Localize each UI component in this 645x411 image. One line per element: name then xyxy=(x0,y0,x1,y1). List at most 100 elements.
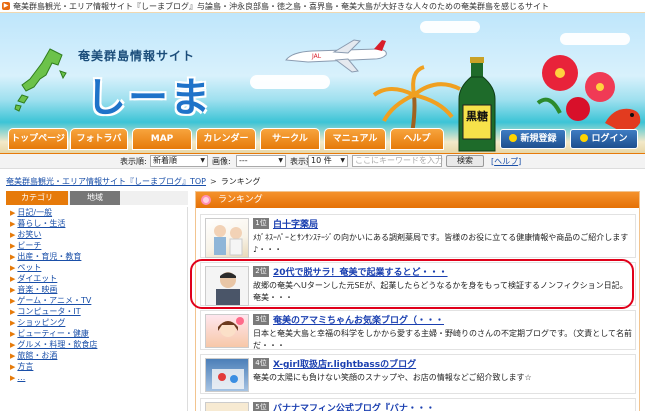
breadcrumb: 奄美群島観光・エリア情報サイト『しーまブログ』TOP > ランキング xyxy=(6,176,260,187)
nav-tab-manual[interactable]: マニュアル xyxy=(324,128,386,150)
ranking-panel: ランキング 1位 白十字薬局 ﾒｶﾞﾈｽｰﾊﾟｰとｻﾝｻﾝｽﾃｰｼﾞの向かいにあ… xyxy=(195,191,640,411)
sidebar-item-beach[interactable]: ▶ ビーチ xyxy=(6,240,187,251)
register-icon xyxy=(509,134,518,142)
sidebar-item-more[interactable]: ▶… xyxy=(6,372,187,383)
hibiscus-icon xyxy=(201,195,211,205)
ranking-item-title-link[interactable]: バナナマフィン公式ブログ『バナ・・・ xyxy=(273,401,435,411)
site-logo-title[interactable]: しーま xyxy=(86,65,212,123)
site-subtitle: 奄美群島情報サイト xyxy=(78,49,196,63)
login-button[interactable]: ログイン xyxy=(570,129,638,149)
bullet-arrow-icon: ▶ xyxy=(10,319,16,327)
sort-order-select[interactable]: 新着順 ▼ xyxy=(150,155,208,167)
sidebar-item-comedy[interactable]: ▶ お笑い xyxy=(6,229,187,240)
rank-badge: 3位 xyxy=(253,314,269,325)
breadcrumb-home-link[interactable]: 奄美群島観光・エリア情報サイト『しーまブログ』TOP xyxy=(6,177,206,186)
chevron-down-icon: ▼ xyxy=(200,157,205,164)
bullet-arrow-icon: ▶ xyxy=(10,264,16,272)
tab-area[interactable]: 地域 xyxy=(70,191,120,205)
site-favicon-icon: ▶ xyxy=(2,2,10,10)
bullet-arrow-icon: ▶ xyxy=(10,374,16,382)
sidebar-item-shopping[interactable]: ▶ ショッピング xyxy=(6,317,187,328)
login-icon xyxy=(580,134,589,142)
bullet-arrow-icon: ▶ xyxy=(10,242,16,250)
count-select[interactable]: 10 件 ▼ xyxy=(308,155,348,167)
ranking-item-3[interactable]: 3位 奄美のアマミちゃんお気楽ブログ（・・・ 日本と奄美大島と幸福の科学をしかか… xyxy=(200,310,636,350)
ranking-item-title-link[interactable]: X-girl取扱店r.lightbassのブログ xyxy=(273,357,416,370)
bullet-arrow-icon: ▶ xyxy=(10,253,16,261)
bullet-arrow-icon: ▶ xyxy=(10,220,16,228)
ranking-item-1[interactable]: 1位 白十字薬局 ﾒｶﾞﾈｽｰﾊﾟｰとｻﾝｻﾝｽﾃｰｼﾞの向かいにある調剤薬局で… xyxy=(200,214,636,258)
nav-tab-map[interactable]: MAP xyxy=(132,128,192,150)
svg-text:JAL: JAL xyxy=(311,53,322,60)
bullet-arrow-icon: ▶ xyxy=(10,209,16,217)
ranking-item-description: 日本と奄美大島と幸福の科学をしかから愛する主婦・野崎りのさんの不定期ブログです。… xyxy=(253,329,632,350)
ranking-item-5[interactable]: 5位 バナナマフィン公式ブログ『バナ・・・ xyxy=(200,398,636,411)
site-tagline-bar: ▶ 奄美群島観光・エリア情報サイト『しーまブログ』与論島・沖永良部島・徳之島・喜… xyxy=(0,0,645,13)
sidebar-item-dialect[interactable]: ▶ 方言 xyxy=(6,361,187,372)
svg-text:黒糖: 黒糖 xyxy=(466,109,488,123)
bullet-arrow-icon: ▶ xyxy=(10,297,16,305)
bullet-arrow-icon: ▶ xyxy=(10,275,16,283)
nav-tab-calendar[interactable]: カレンダー xyxy=(196,128,256,150)
sort-order-label: 表示順: xyxy=(120,157,147,166)
bullet-arrow-icon: ▶ xyxy=(10,352,16,360)
ranking-item-description: 故郷の奄美へUターンした元SEが、起業したらどうなるかを身をもって検証するノンフ… xyxy=(253,281,628,302)
sidebar-item-music-movies[interactable]: ▶ 音楽・映画 xyxy=(6,284,187,295)
ranking-item-title-link[interactable]: 20代で脱サラ！奄美で起業するとど・・・ xyxy=(273,265,448,278)
sidebar-tabs: カテゴリ 地域 xyxy=(6,191,188,205)
ranking-item-description: ﾒｶﾞﾈｽｰﾊﾟｰとｻﾝｻﾝｽﾃｰｼﾞの向かいにある調剤薬局です。皆様のお役に立… xyxy=(253,233,629,254)
keyword-search-input[interactable]: ここにキーワードを入力 xyxy=(352,155,443,167)
sidebar-item-parenting[interactable]: ▶ 出産・育児・教育 xyxy=(6,251,187,262)
breadcrumb-current: ランキング xyxy=(220,177,261,186)
rank-badge: 2位 xyxy=(253,266,269,277)
main-navigation: トップページ フォトラバ MAP カレンダー サークル マニュアル ヘルプ 新規… xyxy=(0,128,645,153)
ranking-item-description: 奄美の太陽にも負けない笑顔のスナップや、お店の情報などご紹介致します☆ xyxy=(253,373,532,382)
sidebar-item-diary[interactable]: ▶ 日記/一般 xyxy=(6,207,187,218)
help-link[interactable]: [ヘルプ] xyxy=(491,156,521,167)
sidebar-item-beauty[interactable]: ▶ ビューティー・健康 xyxy=(6,328,187,339)
rank-badge: 1位 xyxy=(253,218,269,229)
ranking-title: ランキング xyxy=(218,195,263,205)
sidebar-item-life[interactable]: ▶ 暮らし・生活 xyxy=(6,218,187,229)
ranking-thumbnail[interactable] xyxy=(205,402,249,411)
image-filter-select[interactable]: --- ▼ xyxy=(236,155,286,167)
bullet-arrow-icon: ▶ xyxy=(10,330,16,338)
chevron-down-icon: ▼ xyxy=(340,157,345,164)
sidebar-item-gourmet[interactable]: ▶ グルメ・料理・飲食店 xyxy=(6,339,187,350)
rank-badge: 5位 xyxy=(253,402,269,411)
ranking-thumbnail[interactable] xyxy=(205,266,249,306)
ranking-item-2[interactable]: 2位 20代で脱サラ！奄美で起業するとど・・・ 故郷の奄美へUターンした元SEが… xyxy=(200,262,636,306)
ranking-item-4[interactable]: 4位 X-girl取扱店r.lightbassのブログ 奄美の太陽にも負けない笑… xyxy=(200,354,636,394)
bullet-arrow-icon: ▶ xyxy=(10,231,16,239)
bullet-arrow-icon: ▶ xyxy=(10,308,16,316)
rank-badge: 4位 xyxy=(253,358,269,369)
display-options-bar: 表示順: 新着順 ▼ 画像: --- ▼ 表示数: 10 件 ▼ ここにキーワードを入… xyxy=(0,153,645,169)
tab-category[interactable]: カテゴリ xyxy=(6,191,68,205)
site-tagline: 奄美群島観光・エリア情報サイト『しーまブログ』与論島・沖永良部島・徳之島・喜界島… xyxy=(13,2,549,11)
ranking-thumbnail[interactable] xyxy=(205,218,249,258)
ranking-item-title-link[interactable]: 奄美のアマミちゃんお気楽ブログ（・・・ xyxy=(273,313,444,326)
nav-tab-circle[interactable]: サークル xyxy=(260,128,320,150)
sidebar-item-drinks[interactable]: ▶ 旅館・お酒 xyxy=(6,350,187,361)
category-list: ▶ 日記/一般 ▶ 暮らし・生活 ▶ お笑い ▶ ビーチ ▶ 出産・育児・教育 ▶ ペット … xyxy=(6,207,188,411)
ranking-header: ランキング xyxy=(196,192,639,208)
register-button[interactable]: 新規登録 xyxy=(500,129,566,149)
bullet-arrow-icon: ▶ xyxy=(10,363,16,371)
ranking-thumbnail[interactable] xyxy=(205,358,249,392)
bullet-arrow-icon: ▶ xyxy=(10,286,16,294)
chevron-down-icon: ▼ xyxy=(278,157,283,164)
ranking-item-title-link[interactable]: 白十字薬局 xyxy=(273,217,318,230)
sidebar-item-pets[interactable]: ▶ ペット xyxy=(6,262,187,273)
sidebar-item-computers[interactable]: ▶ コンピュータ・IT xyxy=(6,306,187,317)
nav-tab-photo-rava[interactable]: フォトラバ xyxy=(70,128,128,150)
nav-tab-top-page[interactable]: トップページ xyxy=(8,128,68,150)
sidebar-item-diet[interactable]: ▶ ダイエット xyxy=(6,273,187,284)
ranking-thumbnail[interactable] xyxy=(205,314,249,348)
sidebar-item-games[interactable]: ▶ ゲーム・アニメ・TV xyxy=(6,295,187,306)
bullet-arrow-icon: ▶ xyxy=(10,341,16,349)
breadcrumb-separator: > xyxy=(210,177,217,186)
image-filter-label: 画像: xyxy=(212,157,231,166)
amami-islands-logo-icon[interactable] xyxy=(12,45,72,115)
search-button[interactable]: 検索 xyxy=(446,155,484,167)
nav-tab-help[interactable]: ヘルプ xyxy=(390,128,444,150)
